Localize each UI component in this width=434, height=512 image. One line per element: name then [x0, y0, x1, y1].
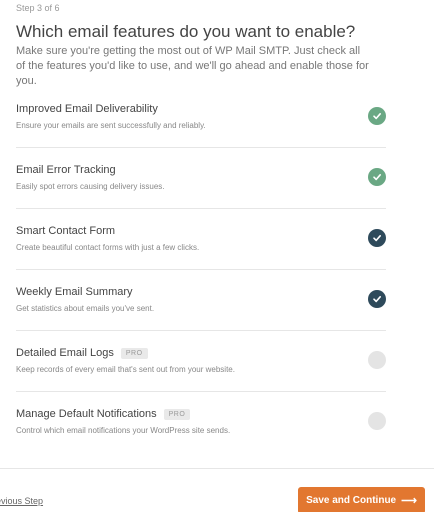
arrow-right-icon: ⟶ — [401, 495, 417, 507]
feature-checkbox[interactable] — [368, 290, 386, 308]
feature-description: Easily spot errors causing delivery issu… — [16, 182, 165, 191]
feature-checkbox[interactable] — [368, 351, 386, 369]
feature-email-error-tracking[interactable]: Email Error Tracking Easily spot errors … — [16, 148, 386, 209]
feature-description: Create beautiful contact forms with just… — [16, 243, 200, 252]
pro-badge: PRO — [120, 347, 148, 359]
feature-detailed-email-logs[interactable]: Detailed Email Logs PRO Keep records of … — [16, 331, 386, 392]
checkmark-icon — [373, 235, 381, 242]
feature-checkbox[interactable] — [368, 168, 386, 186]
feature-title: Weekly Email Summary — [16, 286, 133, 298]
feature-description: Control which email notifications your W… — [16, 426, 231, 435]
feature-title: Improved Email Deliverability — [16, 103, 158, 115]
step-indicator: Step 3 of 6 — [16, 3, 60, 13]
checkmark-icon — [373, 113, 381, 120]
feature-checkbox[interactable] — [368, 412, 386, 430]
feature-weekly-email-summary[interactable]: Weekly Email Summary Get statistics abou… — [16, 270, 386, 331]
save-and-continue-label: Save and Continue — [306, 495, 397, 506]
checkmark-icon — [373, 174, 381, 181]
checkmark-icon — [373, 296, 381, 303]
feature-title: Smart Contact Form — [16, 225, 116, 237]
feature-manage-default-notifications[interactable]: Manage Default Notifications PRO Control… — [16, 392, 386, 453]
feature-checkbox[interactable] — [368, 229, 386, 247]
feature-title: Email Error Tracking — [16, 164, 116, 176]
feature-list: Improved Email Deliverability Ensure you… — [16, 87, 386, 453]
pro-badge: PRO — [163, 408, 191, 420]
feature-description: Ensure your emails are sent successfully… — [16, 121, 206, 130]
feature-improved-email-deliverability[interactable]: Improved Email Deliverability Ensure you… — [16, 87, 386, 148]
previous-step-link[interactable]: evious Step — [0, 496, 43, 506]
footer-divider — [0, 468, 434, 469]
feature-description: Get statistics about emails you've sent. — [16, 304, 155, 313]
save-and-continue-button[interactable]: Save and Continue ⟶ — [298, 487, 425, 512]
feature-smart-contact-form[interactable]: Smart Contact Form Create beautiful cont… — [16, 209, 386, 270]
page-title: Which email features do you want to enab… — [16, 22, 356, 41]
feature-description: Keep records of every email that's sent … — [16, 365, 235, 374]
intro-text: Make sure you're getting the most out of… — [16, 45, 369, 87]
feature-title: Detailed Email Logs PRO — [16, 347, 148, 359]
feature-checkbox[interactable] — [368, 107, 386, 125]
feature-title: Manage Default Notifications PRO — [16, 408, 191, 420]
